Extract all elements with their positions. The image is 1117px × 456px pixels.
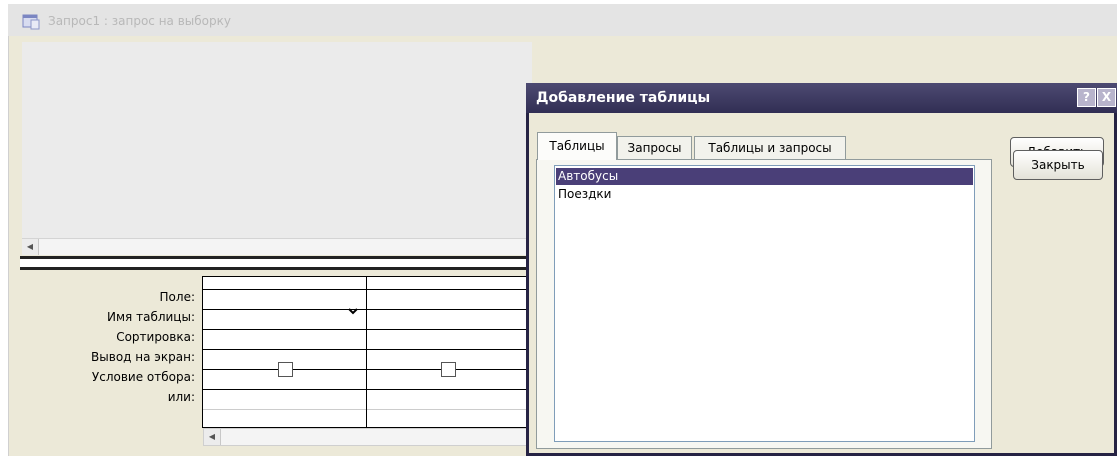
chevron-down-icon[interactable] — [348, 306, 358, 316]
scroll-left-icon[interactable]: ◀ — [204, 429, 221, 445]
grid-line — [203, 389, 531, 390]
row-label-sort: Сортировка: — [116, 330, 195, 344]
show-checkbox-col1[interactable] — [278, 362, 293, 377]
row-label-table-name: Имя таблицы: — [107, 310, 195, 324]
dialog-titlebar[interactable]: Добавление таблицы ? X — [526, 83, 1117, 113]
grid-line — [203, 369, 531, 370]
grid-scrollbar[interactable]: ◀ — [203, 428, 532, 446]
table-pane-scrollbar[interactable]: ◀ — [22, 238, 532, 255]
row-label-field: Поле: — [159, 290, 195, 304]
dialog-title: Добавление таблицы — [536, 90, 711, 106]
grid-line — [203, 349, 531, 350]
grid-line — [203, 329, 531, 330]
grid-line — [203, 309, 531, 310]
tab-tables[interactable]: Таблицы — [537, 132, 617, 160]
row-label-criteria: Условие отбора: — [91, 370, 195, 384]
query-icon — [22, 14, 40, 30]
table-pane[interactable] — [22, 42, 532, 238]
grid-line — [203, 409, 531, 410]
list-item[interactable]: Поездки — [556, 186, 973, 203]
help-icon[interactable]: ? — [1077, 88, 1096, 107]
field-cell-col2[interactable] — [367, 290, 531, 309]
query-design-grid — [202, 276, 532, 428]
field-cell-col1[interactable] — [203, 290, 366, 315]
table-list[interactable]: Автобусы Поездки — [554, 165, 975, 442]
pane-splitter[interactable] — [20, 256, 534, 270]
query-window-titlebar[interactable]: Запрос1 : запрос на выборку — [8, 4, 1117, 36]
tab-queries[interactable]: Запросы — [617, 136, 692, 160]
query-window-title: Запрос1 : запрос на выборку — [48, 14, 231, 28]
close-icon[interactable]: X — [1097, 88, 1116, 107]
close-button[interactable]: Закрыть — [1013, 150, 1103, 180]
show-checkbox-col2[interactable] — [441, 362, 456, 377]
tab-tables-and-queries[interactable]: Таблицы и запросы — [694, 136, 846, 160]
row-label-show: Вывод на экран: — [91, 350, 195, 364]
list-item[interactable]: Автобусы — [556, 168, 973, 185]
scroll-left-icon[interactable]: ◀ — [22, 239, 39, 255]
row-label-or: или: — [167, 390, 195, 404]
